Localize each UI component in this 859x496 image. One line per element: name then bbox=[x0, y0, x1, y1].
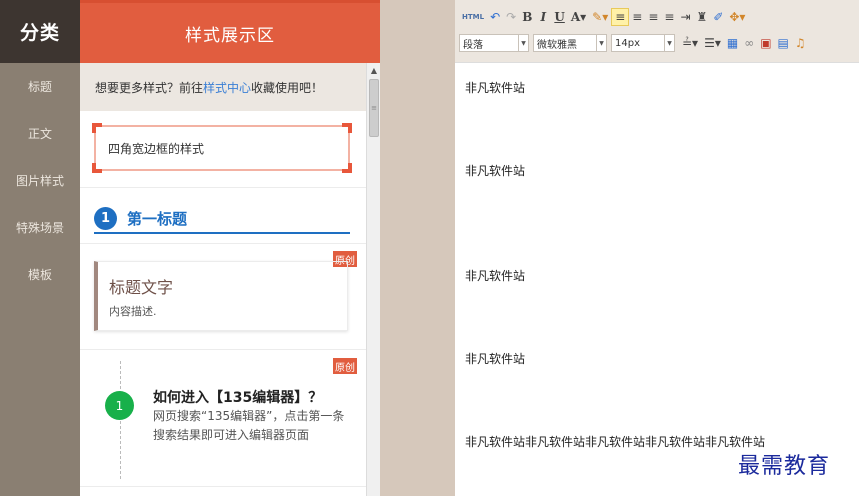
eraser-icon[interactable]: ✐ bbox=[710, 8, 726, 26]
editor-paragraph[interactable]: 非凡软件站 bbox=[465, 162, 525, 179]
corner-mark-top-right bbox=[342, 123, 352, 133]
find-icon[interactable]: ♜ bbox=[694, 8, 711, 26]
image-icon[interactable]: ▣ bbox=[757, 34, 774, 52]
toolbar-row-1: HTML ↶ ↷ B I U A▾ ✎▾ ≡ ≡ ≡ ≡ ⇥ ♜ ✐ ✥▾ bbox=[459, 7, 748, 27]
font-size-select-value: 14px bbox=[615, 37, 640, 49]
style-list: 四角宽边框的样式 1 第一标题 原创 标题文字 内容描述. 原创 1 如何进入【… bbox=[80, 111, 366, 496]
table-icon[interactable]: ▦ bbox=[724, 34, 741, 52]
style-item-first-heading[interactable]: 1 第一标题 bbox=[94, 204, 350, 234]
music-icon[interactable]: ♫ bbox=[792, 34, 809, 52]
style-center-link[interactable]: 样式中心 bbox=[203, 79, 251, 96]
redo-icon[interactable]: ↷ bbox=[503, 8, 519, 26]
divider bbox=[80, 243, 366, 244]
category-sidebar: 分类 标题 正文 图片样式 特殊场景 模板 bbox=[0, 0, 80, 496]
heading-text: 第一标题 bbox=[127, 209, 188, 228]
editor-paragraph[interactable]: 非凡软件站 bbox=[465, 267, 525, 284]
editor-toolbar: HTML ↶ ↷ B I U A▾ ✎▾ ≡ ≡ ≡ ≡ ⇥ ♜ ✐ ✥▾ 段落… bbox=[455, 0, 859, 63]
font-size-select[interactable]: 14px ▼ bbox=[611, 34, 675, 52]
heading-number-badge: 1 bbox=[94, 206, 117, 230]
category-item-template[interactable]: 模板 bbox=[0, 251, 80, 298]
align-center-icon[interactable]: ≡ bbox=[629, 8, 645, 26]
link-icon[interactable]: ∞ bbox=[741, 34, 757, 52]
paragraph-select[interactable]: 段落 ▼ bbox=[459, 34, 529, 52]
title-card-heading: 标题文字 bbox=[109, 278, 174, 297]
category-item-body[interactable]: 正文 bbox=[0, 110, 80, 157]
underline-button[interactable]: U bbox=[551, 8, 567, 26]
undo-icon[interactable]: ↶ bbox=[487, 8, 503, 26]
original-badge: 原创 bbox=[333, 358, 357, 374]
align-justify-icon[interactable]: ≡ bbox=[661, 8, 677, 26]
save-icon[interactable]: ▤ bbox=[775, 34, 792, 52]
font-family-select[interactable]: 微软雅黑 ▼ bbox=[533, 34, 607, 52]
italic-button[interactable]: I bbox=[535, 8, 551, 26]
style-panel: 样式展示区 想要更多样式？前往 样式中心 收藏使用吧！ 四角宽边框的样式 1 第… bbox=[80, 0, 380, 496]
format-painter-icon[interactable]: ✥▾ bbox=[726, 8, 748, 26]
step-dashed-line bbox=[120, 361, 121, 479]
editor-paragraph[interactable]: 非凡软件站非凡软件站非凡软件站非凡软件站非凡软件站 bbox=[465, 433, 765, 450]
style-center-notice: 想要更多样式？前往 样式中心 收藏使用吧！ bbox=[80, 63, 366, 111]
font-family-select-value: 微软雅黑 bbox=[537, 39, 577, 51]
title-card-description: 内容描述. bbox=[109, 305, 157, 318]
step-title[interactable]: 如何进入【135编辑器】？ bbox=[153, 387, 322, 407]
chevron-down-icon: ▼ bbox=[664, 35, 674, 51]
chevron-down-icon: ▼ bbox=[518, 35, 528, 51]
align-left-icon[interactable]: ≡ bbox=[611, 8, 630, 26]
style-item-corner-border[interactable]: 四角宽边框的样式 bbox=[92, 123, 352, 173]
corner-mark-top-left bbox=[92, 123, 102, 133]
indent-icon[interactable]: ⇥ bbox=[677, 8, 693, 26]
style-item-title-card[interactable]: 标题文字 内容描述. bbox=[94, 261, 348, 331]
editor-content[interactable]: 非凡软件站 非凡软件站 非凡软件站 非凡软件站 非凡软件站非凡软件站非凡软件站非… bbox=[455, 64, 859, 496]
chevron-down-icon: ▼ bbox=[596, 35, 606, 51]
divider bbox=[80, 187, 366, 188]
divider bbox=[80, 349, 366, 350]
watermark-text: 最需教育 bbox=[738, 454, 831, 479]
step-number-circle: 1 bbox=[105, 391, 134, 420]
line-height-icon[interactable]: ≟▾ bbox=[679, 34, 701, 52]
style-panel-header: 样式展示区 bbox=[80, 0, 380, 63]
corner-mark-bottom-left bbox=[92, 163, 102, 173]
step-description: 网页搜索“135编辑器”，点击第一条搜索结果即可进入编辑器页面 bbox=[153, 409, 345, 442]
toolbar-row-2: 段落 ▼ 微软雅黑 ▼ 14px ▼ ≟▾ ☰▾ ▦ ∞ ▣ ▤ ♫ bbox=[459, 33, 809, 53]
scroll-thumb[interactable]: ≡ bbox=[369, 79, 379, 137]
editor-paragraph[interactable]: 非凡软件站 bbox=[465, 79, 525, 96]
font-color-button[interactable]: A▾ bbox=[568, 8, 589, 26]
html-icon[interactable]: HTML bbox=[459, 8, 487, 26]
rich-text-editor: HTML ↶ ↷ B I U A▾ ✎▾ ≡ ≡ ≡ ≡ ⇥ ♜ ✐ ✥▾ 段落… bbox=[455, 0, 859, 496]
highlight-button[interactable]: ✎▾ bbox=[589, 8, 611, 26]
editor-paragraph[interactable]: 非凡软件站 bbox=[465, 350, 525, 367]
style-panel-scrollbar[interactable]: ▲ ≡ bbox=[366, 63, 380, 496]
bold-button[interactable]: B bbox=[519, 8, 535, 26]
category-header: 分类 bbox=[0, 0, 80, 63]
category-item-title[interactable]: 标题 bbox=[0, 63, 80, 110]
category-item-image-style[interactable]: 图片样式 bbox=[0, 157, 80, 204]
category-item-special-scene[interactable]: 特殊场景 bbox=[0, 204, 80, 251]
divider bbox=[80, 486, 366, 487]
list-icon[interactable]: ☰▾ bbox=[701, 34, 724, 52]
paragraph-select-value: 段落 bbox=[463, 39, 483, 51]
notice-suffix: 收藏使用吧！ bbox=[251, 80, 324, 95]
corner-box-text: 四角宽边框的样式 bbox=[108, 141, 205, 156]
align-right-icon[interactable]: ≡ bbox=[645, 8, 661, 26]
corner-mark-bottom-right bbox=[342, 163, 352, 173]
editor-gutter bbox=[380, 0, 455, 496]
notice-prefix: 想要更多样式？前往 bbox=[95, 80, 204, 95]
scroll-up-arrow-icon[interactable]: ▲ bbox=[367, 63, 381, 77]
